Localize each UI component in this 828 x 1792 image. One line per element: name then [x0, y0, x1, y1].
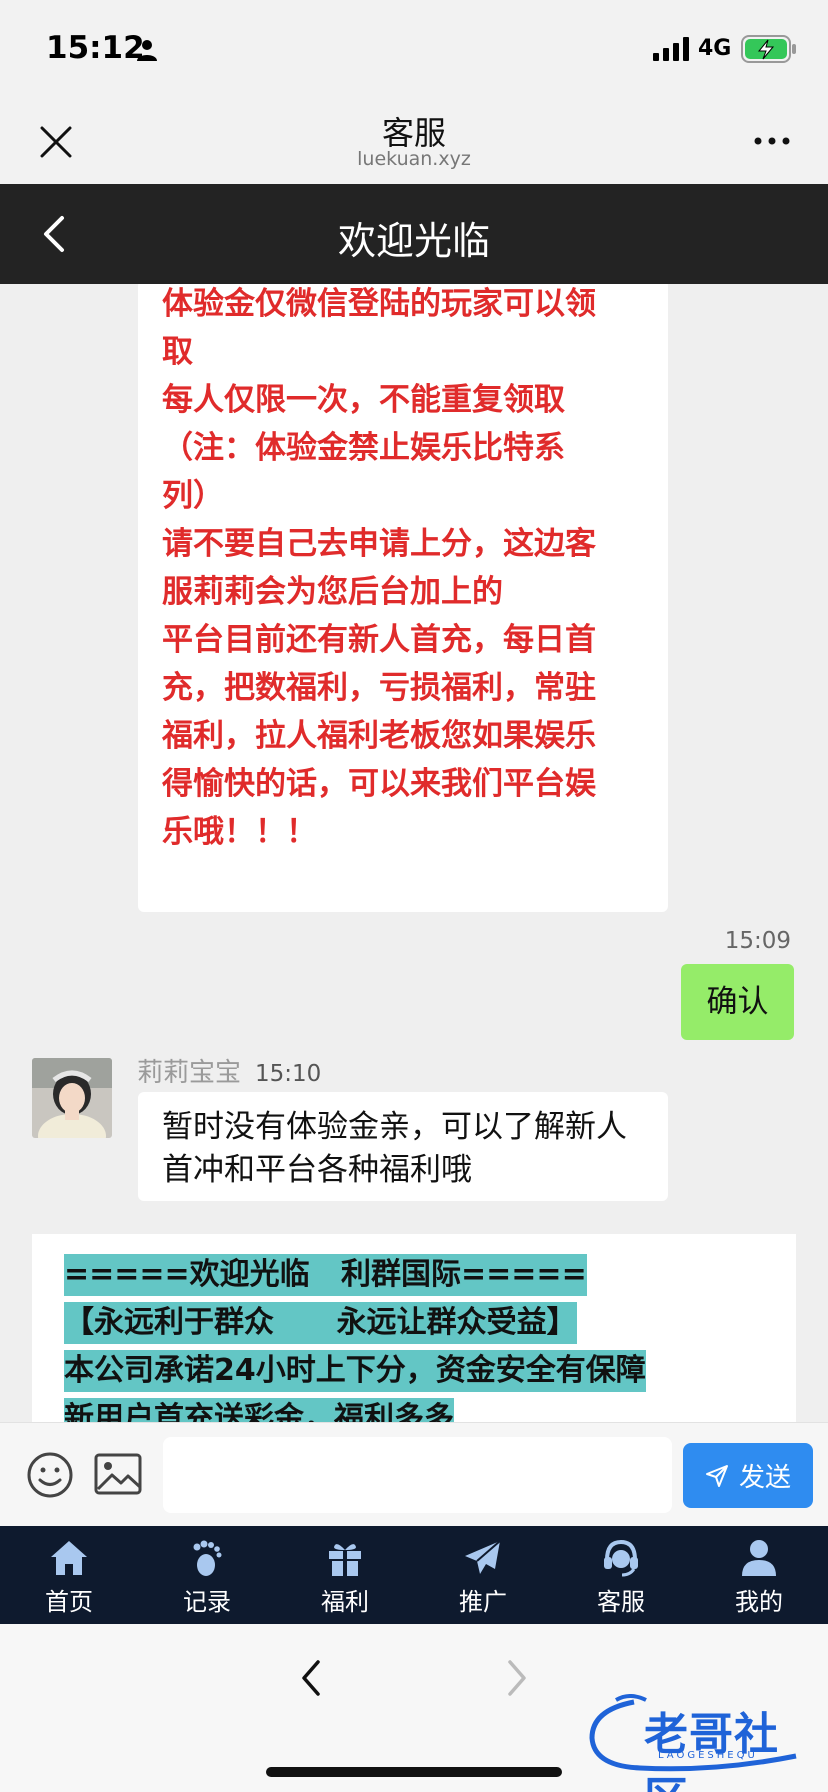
user-message-time: 15:09 — [725, 928, 791, 954]
agent-message-line: 请不要自己去申请上分，这边客 — [162, 520, 644, 568]
agent-message-line: 取 — [162, 328, 644, 376]
agent-message-line: 乐哦！！！ — [162, 808, 644, 856]
nav-label: 客服 — [597, 1582, 645, 1617]
nav-item-records[interactable]: 记录 — [138, 1526, 276, 1624]
footprint-icon — [186, 1538, 228, 1578]
announcement-line: 本公司承诺24小时上下分，资金安全有保障 — [64, 1350, 646, 1392]
message-input[interactable] — [163, 1437, 672, 1513]
send-button[interactable]: 发送 — [683, 1443, 813, 1508]
webview-header: 客服 luekuan.xyz — [0, 100, 828, 184]
agent-message-line: 充，把数福利，亏损福利，常驻 — [162, 664, 644, 712]
nav-label: 福利 — [321, 1582, 369, 1617]
announcement-line: =====欢迎光临 利群国际===== — [64, 1254, 587, 1296]
battery-charging-icon — [741, 34, 797, 64]
agent-message-line: 得愉快的话，可以来我们平台娱 — [162, 760, 644, 808]
nav-item-home[interactable]: 首页 — [0, 1526, 138, 1624]
agent-message-line: （注：体验金禁止娱乐比特系 — [162, 424, 644, 472]
agent-sender-name: 莉莉宝宝 — [137, 1058, 241, 1088]
agent-sender-line: 莉莉宝宝 15:10 — [137, 1052, 321, 1089]
agent-reply-time: 15:10 — [255, 1061, 321, 1087]
agent-message-line: 服莉莉会为您后台加上的 — [162, 568, 644, 616]
agent-message-line: 列） — [162, 472, 644, 520]
agent-message-line: 体验金仅微信登陆的玩家可以领 — [162, 284, 644, 328]
headset-icon — [600, 1538, 642, 1578]
image-icon[interactable] — [94, 1453, 142, 1495]
agent-message-line: 每人仅限一次，不能重复领取 — [162, 376, 644, 424]
webview-domain: luekuan.xyz — [0, 148, 828, 170]
user-icon — [738, 1538, 780, 1578]
browser-footer: 老哥社区 LAOGESHEQU — [0, 1624, 828, 1792]
avatar-illustration — [32, 1058, 112, 1138]
agent-reply-bubble: 暂时没有体验金亲，可以了解新人首冲和平台各种福利哦 — [138, 1092, 668, 1201]
nav-label: 推广 — [459, 1582, 507, 1617]
bottom-nav: 首页 记录 福利 推广 — [0, 1526, 828, 1624]
watermark-subtext: LAOGESHEQU — [658, 1750, 758, 1761]
gift-icon — [324, 1538, 366, 1578]
browser-forward-icon[interactable] — [498, 1656, 534, 1700]
title-bar: 欢迎光临 — [0, 184, 828, 284]
nav-item-service[interactable]: 客服 — [552, 1526, 690, 1624]
announcement-line: 新用户首充送彩金，福利多多 — [64, 1398, 454, 1422]
agent-avatar[interactable] — [32, 1058, 112, 1138]
nav-label: 我的 — [735, 1582, 783, 1617]
input-bar: 发送 — [0, 1422, 828, 1526]
watermark-text: 老哥社区 — [644, 1698, 816, 1792]
agent-message-bubble: 体验金仅微信登陆的玩家可以领 取 每人仅限一次，不能重复领取 （注：体验金禁止娱… — [138, 284, 668, 912]
user-message-bubble: 确认 — [681, 964, 794, 1040]
nav-label: 记录 — [183, 1582, 231, 1617]
browser-back-icon[interactable] — [294, 1656, 330, 1700]
send-label: 发送 — [739, 1457, 791, 1494]
more-icon[interactable] — [752, 126, 792, 156]
nav-item-welfare[interactable]: 福利 — [276, 1526, 414, 1624]
announcement-card: =====欢迎光临 利群国际===== 【永远利于群众 永远让群众受益】 本公司… — [32, 1234, 796, 1422]
announcement-line: 【永远利于群众 永远让群众受益】 — [64, 1302, 577, 1344]
nav-label: 首页 — [45, 1582, 93, 1617]
home-indicator — [266, 1767, 562, 1777]
chat-area[interactable]: 体验金仅微信登陆的玩家可以领 取 每人仅限一次，不能重复领取 （注：体验金禁止娱… — [0, 284, 828, 1422]
home-icon — [48, 1538, 90, 1578]
agent-message-line: 平台目前还有新人首充，每日首 — [162, 616, 644, 664]
watermark-logo: 老哥社区 LAOGESHEQU — [586, 1694, 816, 1774]
status-bar: 15:12 4G — [0, 0, 828, 100]
status-time: 15:12 — [46, 30, 145, 66]
nav-item-promote[interactable]: 推广 — [414, 1526, 552, 1624]
person-icon — [135, 38, 159, 62]
nav-item-mine[interactable]: 我的 — [690, 1526, 828, 1624]
page-title: 欢迎光临 — [0, 210, 828, 265]
paper-plane-icon — [462, 1538, 504, 1578]
emoji-icon[interactable] — [26, 1451, 74, 1499]
signal-icon — [653, 37, 691, 61]
send-icon — [705, 1464, 729, 1488]
network-type: 4G — [698, 36, 731, 61]
agent-message-line: 福利，拉人福利老板您如果娱乐 — [162, 712, 644, 760]
